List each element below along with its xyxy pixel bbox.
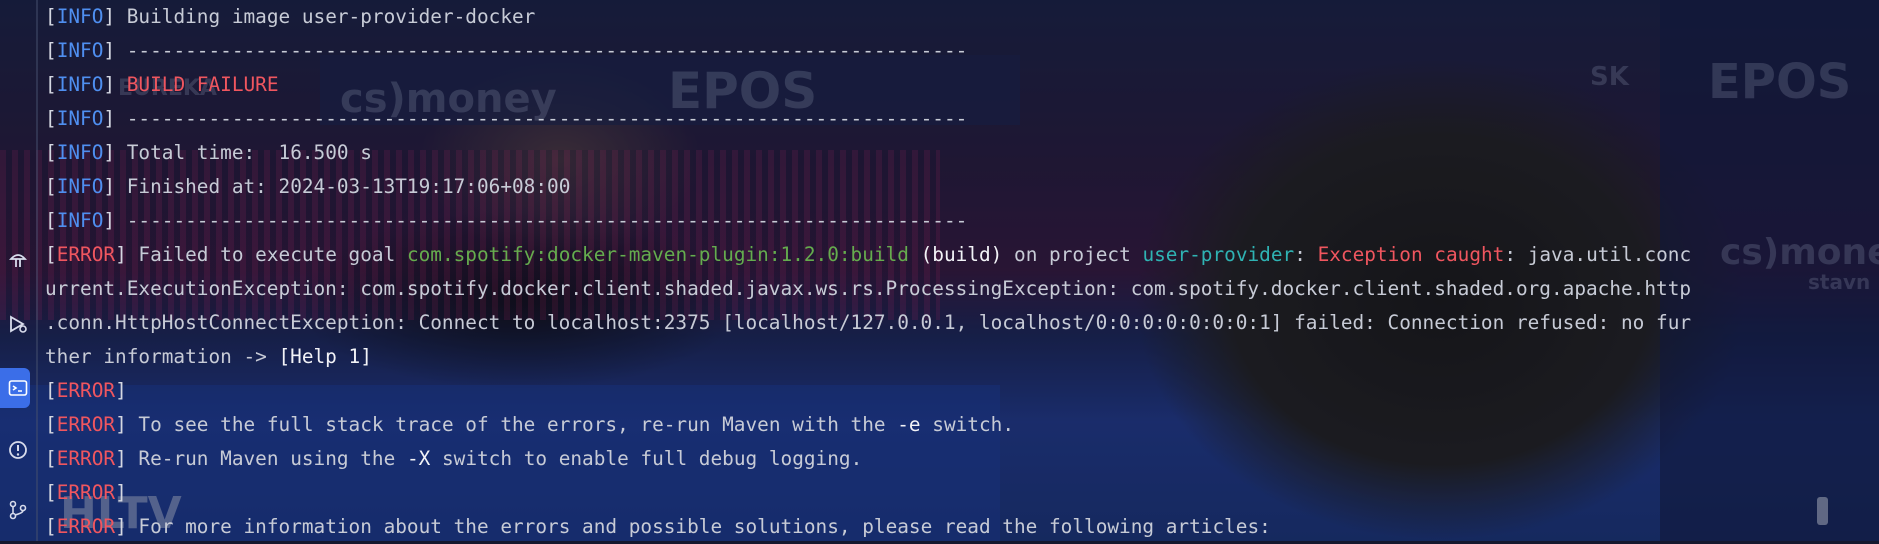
separator-line: ----------------------------------------… xyxy=(115,107,968,130)
log-level-tag: INFO xyxy=(56,209,104,232)
log-message: .conn.HttpHostConnectException: Connect … xyxy=(45,311,1692,334)
log-message: Re-run Maven using the xyxy=(126,447,407,470)
log-level-tag: INFO xyxy=(56,73,104,96)
log-message: : xyxy=(1294,243,1318,266)
console-line: [ERROR] xyxy=(45,379,127,402)
vertical-scrollbar-thumb[interactable] xyxy=(1817,497,1828,525)
console-line: [INFO] Total time: 16.500 s xyxy=(45,141,372,164)
console-line: [INFO] Building image user-provider-dock… xyxy=(45,5,536,28)
separator-line: ----------------------------------------… xyxy=(115,39,968,62)
console-line: .conn.HttpHostConnectException: Connect … xyxy=(45,306,1865,340)
project-link[interactable]: user-provider xyxy=(1142,243,1294,266)
console-line: [INFO] BUILD FAILURE xyxy=(45,73,279,96)
log-level-tag: ERROR xyxy=(56,243,116,266)
console-line: [ERROR] Re-run Maven using the -X switch… xyxy=(45,447,863,470)
exception-text: Exception caught xyxy=(1317,243,1505,266)
problems-icon[interactable] xyxy=(4,436,32,464)
log-message: Finished at: 2024-03-13T19:17:06+08:00 xyxy=(115,175,571,198)
run-console-output[interactable]: [INFO] Building image user-provider-dock… xyxy=(45,0,1865,544)
mushroom-icon[interactable] xyxy=(4,246,32,274)
log-message: Total time: 16.500 s xyxy=(115,141,372,164)
terminal-icon[interactable] xyxy=(4,374,32,402)
cli-flag: -e xyxy=(897,413,921,436)
tool-window-stripe xyxy=(0,0,36,541)
console-line: ther information -> [Help 1] xyxy=(45,340,1865,374)
console-line: [ERROR] For more information about the e… xyxy=(45,515,1271,538)
console-line: [INFO] ---------------------------------… xyxy=(45,107,968,130)
log-message: switch. xyxy=(920,413,1015,436)
console-line: [ERROR] Failed to execute goal com.spoti… xyxy=(45,243,1692,266)
console-line: [INFO] ---------------------------------… xyxy=(45,39,968,62)
cli-flag: -X xyxy=(406,447,431,470)
console-line: urrent.ExecutionException: com.spotify.d… xyxy=(45,272,1865,306)
log-level-tag: INFO xyxy=(56,175,104,198)
git-branch-icon[interactable] xyxy=(4,496,32,524)
log-level-tag: ERROR xyxy=(56,481,116,504)
log-level-tag: ERROR xyxy=(56,515,116,538)
log-message: ther information -> xyxy=(45,345,279,368)
console-line: [INFO] ---------------------------------… xyxy=(45,209,968,232)
stripe-divider xyxy=(36,0,38,541)
log-message: Failed to execute goal xyxy=(126,243,407,266)
log-level-tag: ERROR xyxy=(56,413,116,436)
log-level-tag: ERROR xyxy=(56,379,116,402)
console-line: [ERROR] xyxy=(45,481,127,504)
help-link[interactable]: [Help 1] xyxy=(278,345,371,368)
separator-line: ----------------------------------------… xyxy=(115,209,968,232)
log-message: urrent.ExecutionException: com.spotify.d… xyxy=(45,277,1692,300)
log-message: on project xyxy=(1002,243,1143,266)
log-message: Building image user-provider-docker xyxy=(115,5,536,28)
log-message: To see the full stack trace of the error… xyxy=(126,413,898,436)
log-level-tag: INFO xyxy=(56,107,104,130)
console-line: [INFO] Finished at: 2024-03-13T19:17:06+… xyxy=(45,175,571,198)
console-line: [ERROR] To see the full stack trace of t… xyxy=(45,413,1015,436)
log-message: For more information about the errors an… xyxy=(126,515,1271,538)
log-level-tag: INFO xyxy=(56,141,104,164)
play-services-icon[interactable] xyxy=(4,310,32,338)
plugin-link[interactable]: com.spotify:docker-maven-plugin:1.2.0:bu… xyxy=(407,243,909,266)
log-level-tag: ERROR xyxy=(56,447,116,470)
log-level-tag: INFO xyxy=(56,5,104,28)
log-message: switch to enable full debug logging. xyxy=(430,447,863,470)
execution-id: (build) xyxy=(908,243,1003,266)
log-message: : java.util.conc xyxy=(1504,243,1692,266)
log-level-tag: INFO xyxy=(56,39,104,62)
build-failure-text: BUILD FAILURE xyxy=(126,73,279,96)
